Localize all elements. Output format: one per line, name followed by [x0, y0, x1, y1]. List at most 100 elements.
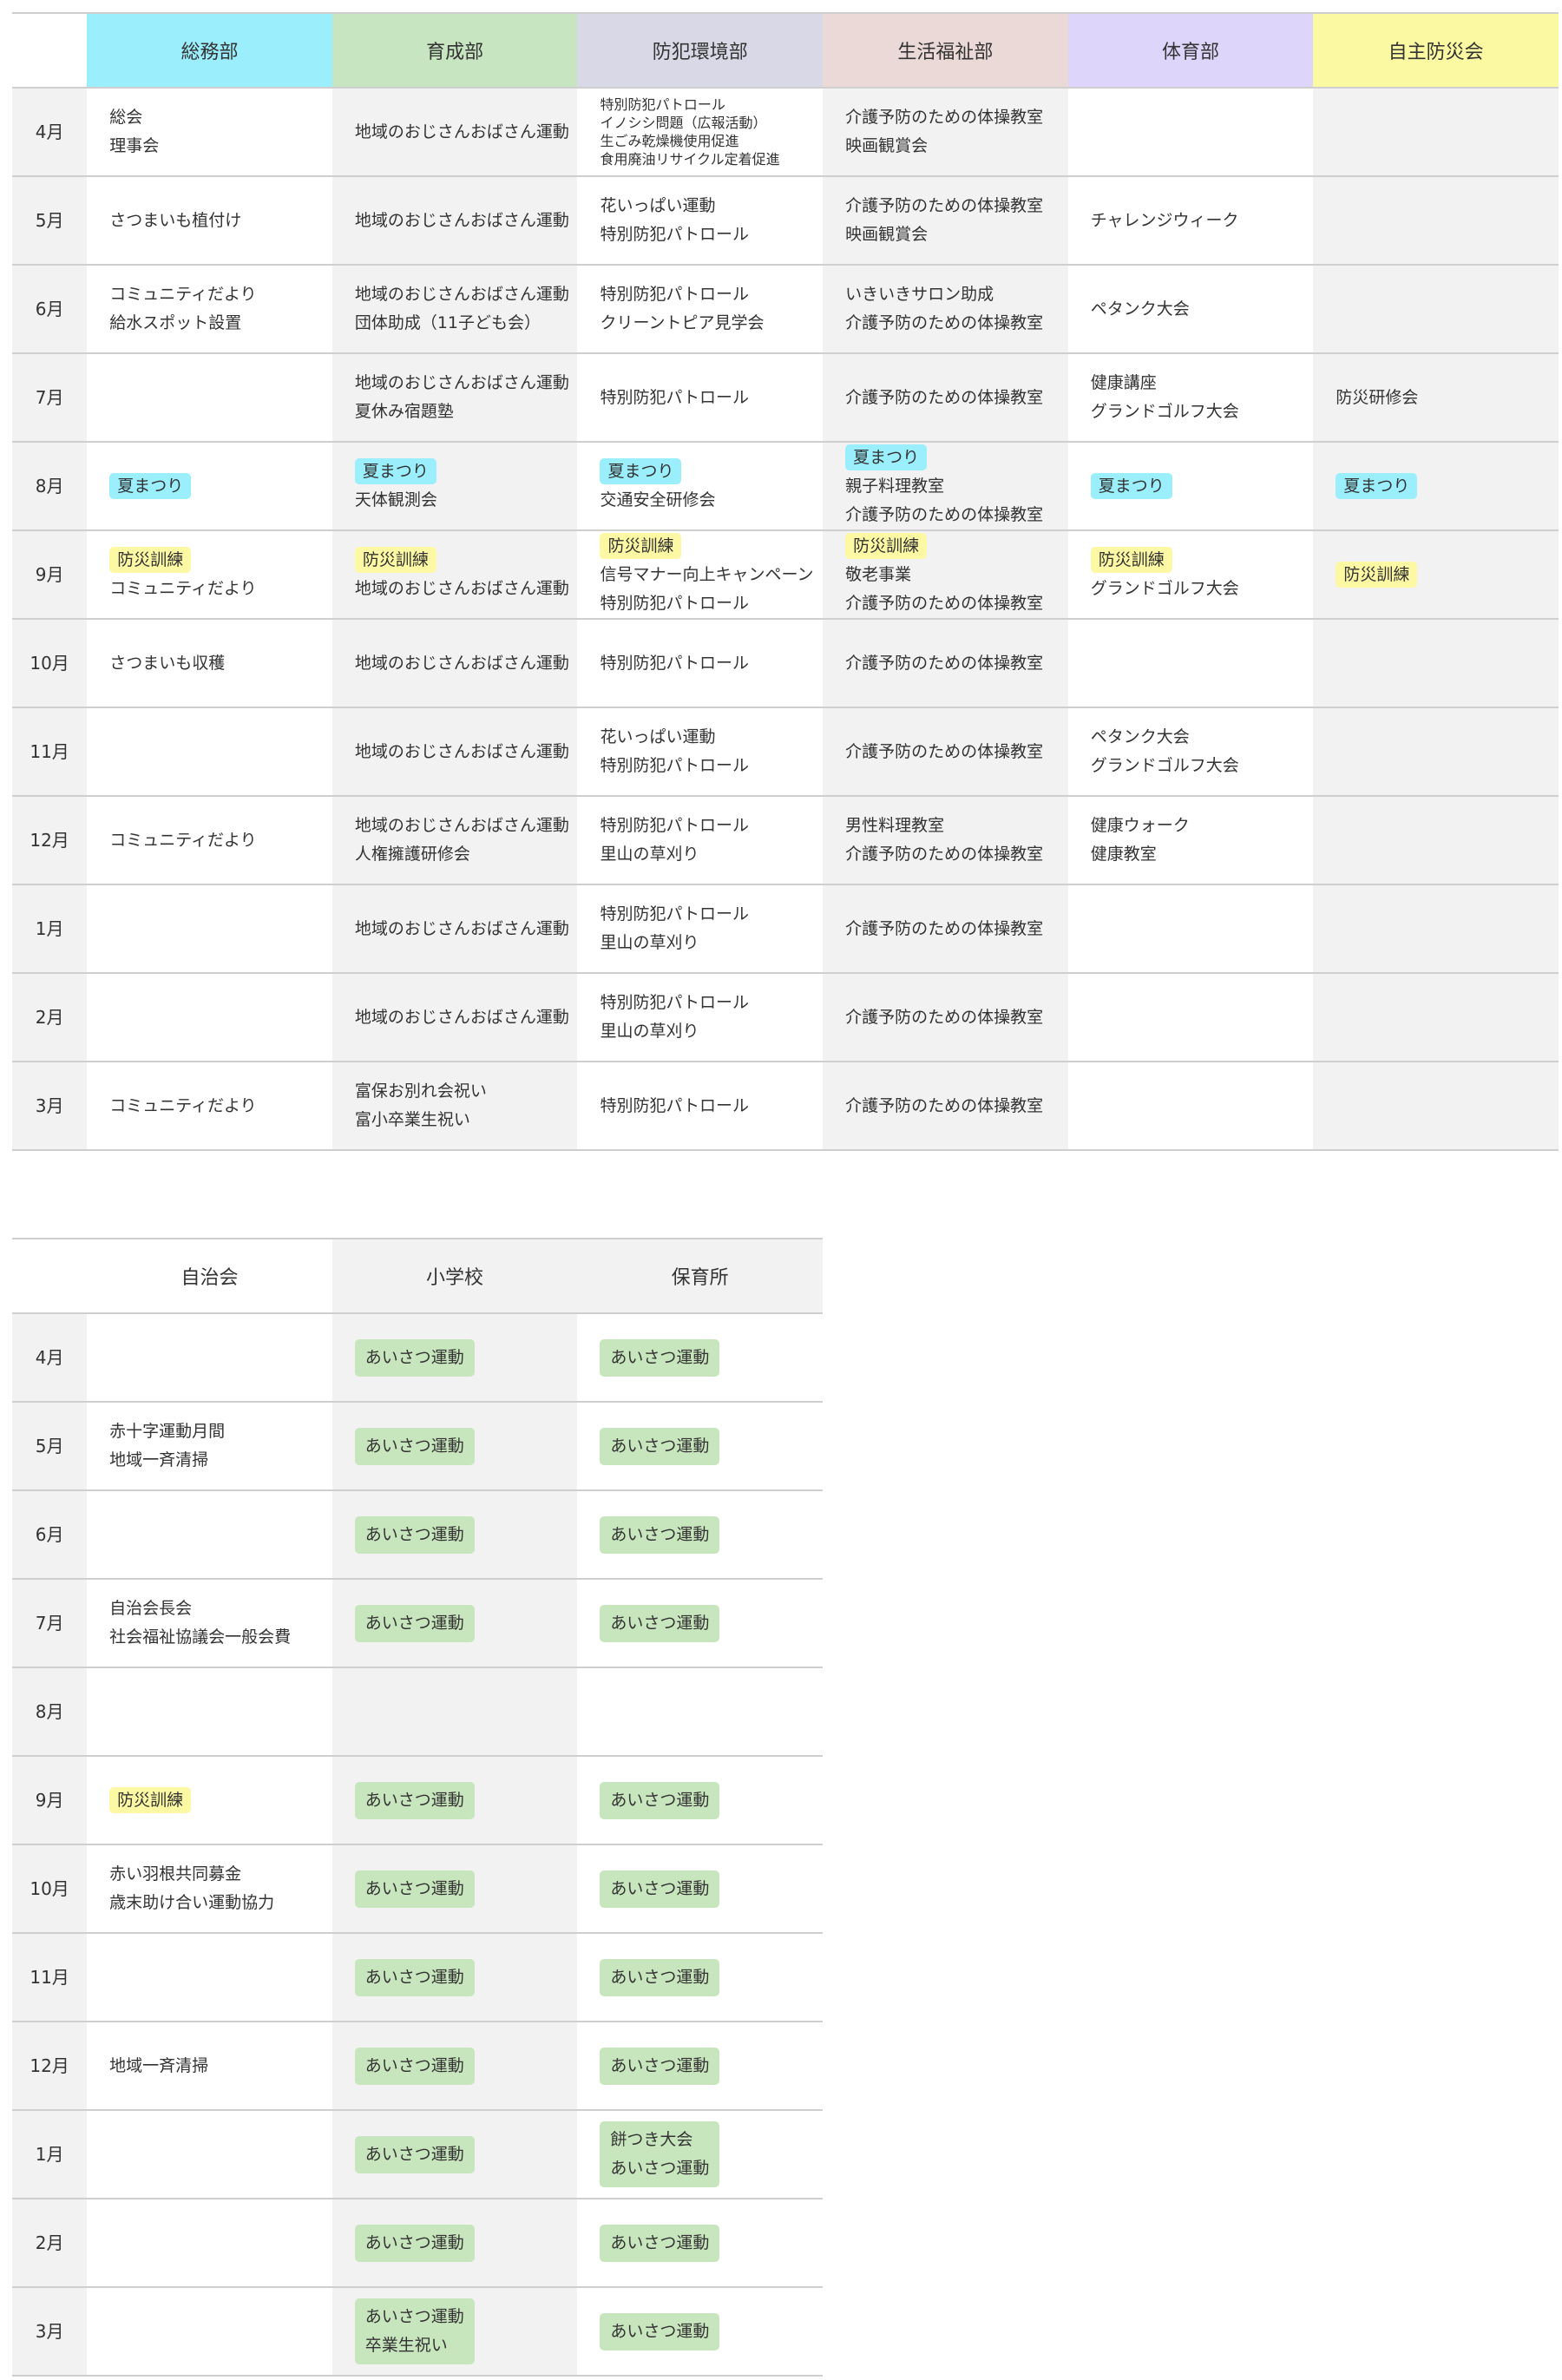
cell-somubu: コミュニティだより: [87, 1062, 332, 1151]
event-item: 里山の草刈り: [600, 845, 699, 864]
event-item: 介護予防のための体操教室: [845, 918, 1044, 938]
event-item: あいさつ運動: [364, 1524, 464, 1544]
event-item: 特別防犯パトロール: [600, 756, 750, 775]
event-item: 卒業生祝い: [364, 2336, 448, 2355]
event-item: 男性料理教室: [845, 816, 945, 835]
cell-jichikai: 赤い羽根共同募金 歳末助け合い運動協力: [87, 1844, 332, 1934]
event-item: 介護予防のための体操教室: [845, 845, 1044, 864]
event-item: さつまいも収穫: [109, 653, 226, 673]
table-row: 9月 防災訓練 あいさつ運動 あいさつ運動: [12, 1756, 823, 1845]
table-row: 12月 コミュニティだより 地域のおじさんおばさん運動 人権擁護研修会 特別防犯パトロー…: [12, 796, 1559, 885]
event-item: コミュニティだより: [109, 285, 257, 304]
month-cell: 4月: [12, 1313, 88, 1403]
table-row: 2月 あいさつ運動 あいさつ運動: [12, 2199, 823, 2288]
cell-jishubosai: [1313, 619, 1559, 708]
event-item: 介護予防のための体操教室: [845, 653, 1044, 673]
event-item: 健康教室: [1090, 845, 1157, 864]
cell-bohan: 夏まつり 交通安全研修会: [577, 442, 824, 531]
event-item: 介護予防のための体操教室: [845, 108, 1044, 127]
cell-jichikai: [87, 1933, 332, 2022]
event-item: 生ごみ乾燥機使用促進: [600, 133, 739, 149]
event-item: 理事会: [109, 136, 160, 155]
bosai-tag: 防災訓練: [600, 532, 682, 559]
header-somubu: 総務部: [87, 12, 332, 89]
cell-hoikusho: あいさつ運動: [577, 2022, 823, 2111]
cell-shogakko: あいさつ運動: [331, 2022, 578, 2111]
cell-bohan: 特別防犯パトロール: [577, 1062, 824, 1151]
event-item: あいさつ運動: [610, 1790, 710, 1810]
cell-somubu: さつまいも植付け: [87, 176, 332, 266]
cell-jichikai: 防災訓練: [87, 1756, 332, 1845]
event-item: あいさつ運動: [610, 2232, 710, 2252]
month-cell: 9月: [12, 1756, 88, 1845]
event-item: 花いっぱい運動: [600, 196, 716, 215]
event-item: 団体助成（11子ども会）: [354, 313, 541, 332]
header-shogakko: 小学校: [331, 1238, 578, 1314]
event-line: 夏まつり: [845, 444, 1068, 472]
cell-ikuseibu: 地域のおじさんおばさん運動: [331, 176, 578, 266]
event-item: 特別防犯パトロール: [600, 96, 725, 113]
cell-shogakko: あいさつ運動: [331, 1579, 578, 1668]
cell-seikatsu: 介護予防のための体操教室 映画観賞会: [823, 88, 1068, 177]
cell-hoikusho: あいさつ運動: [577, 1756, 823, 1845]
natsumatsuri-tag: 夏まつり: [1090, 472, 1172, 499]
event-item: 介護予防のための体操教室: [845, 741, 1044, 761]
cell-shogakko: あいさつ運動: [331, 1313, 578, 1403]
event-item: 歳末助け合い運動協力: [109, 1893, 275, 1912]
month-cell: 10月: [12, 619, 88, 708]
event-item: あいさつ運動: [364, 1347, 464, 1367]
event-tag: あいさつ運動: [354, 1958, 475, 1996]
cell-bohan: 特別防犯パトロール 里山の草刈り: [577, 973, 824, 1062]
event-item: 人権擁護研修会: [354, 845, 470, 864]
cell-seikatsu: 介護予防のための体操教室: [823, 707, 1068, 797]
event-tag: 餅つき大会 あいさつ運動: [600, 2121, 720, 2187]
event-item: 社会福祉協議会一般会費: [109, 1627, 292, 1647]
cell-taiiku: 防災訓練 グランドゴルフ大会: [1067, 530, 1314, 620]
event-item: 富保お別れ会祝い: [354, 1082, 487, 1101]
cell-bohan: 特別防犯パトロール: [577, 353, 824, 443]
event-tag: あいさつ運動: [354, 2135, 475, 2173]
month-cell: 12月: [12, 796, 88, 885]
event-item: 里山の草刈り: [600, 933, 699, 952]
cell-ikuseibu: 地域のおじさんおばさん運動 団体助成（11子ども会）: [331, 265, 578, 354]
event-item: あいさつ運動: [610, 2055, 710, 2075]
table-row: 7月 自治会長会 社会福祉協議会一般会費 あいさつ運動 あいさつ運動: [12, 1579, 823, 1668]
table-row: 3月 コミュニティだより 富保お別れ会祝い 富小卒業生祝い 特別防犯パトロール 介護予防の…: [12, 1062, 1559, 1151]
cell-jichikai: [87, 2110, 332, 2199]
natsumatsuri-tag: 夏まつり: [1336, 472, 1418, 499]
cell-hoikusho: [577, 1667, 823, 1757]
month-cell: 3月: [12, 2287, 88, 2377]
bosai-tag: 防災訓練: [109, 547, 192, 573]
cell-jishubosai: [1313, 796, 1559, 885]
cell-shogakko: あいさつ運動: [331, 1844, 578, 1934]
event-item: あいさつ運動: [610, 1347, 710, 1367]
header-row: 自治会 小学校 保育所: [12, 1238, 823, 1314]
event-item: あいさつ運動: [610, 1878, 710, 1898]
cell-ikuseibu: 地域のおじさんおばさん運動: [331, 973, 578, 1062]
table-row: 7月 地域のおじさんおばさん運動 夏休み宿題塾 特別防犯パトロール 介護予防のための体操…: [12, 353, 1559, 443]
event-item: 総会: [109, 108, 143, 127]
cell-bohan: 特別防犯パトロール クリーントピア見学会: [577, 265, 824, 354]
cell-shogakko: あいさつ運動: [331, 1933, 578, 2022]
event-item: 交通安全研修会: [600, 490, 716, 510]
cell-somubu: [87, 884, 332, 974]
cell-seikatsu: 介護予防のための体操教室: [823, 973, 1068, 1062]
event-item: 健康ウォーク: [1090, 816, 1190, 835]
event-item: あいさつ運動: [610, 1524, 710, 1544]
event-item: 夏休み宿題塾: [354, 402, 454, 421]
event-item: 里山の草刈り: [600, 1022, 699, 1041]
table-row: 3月 あいさつ運動 卒業生祝い あいさつ運動: [12, 2287, 823, 2377]
header-seikatsu: 生活福祉部: [823, 12, 1068, 89]
month-cell: 2月: [12, 973, 88, 1062]
month-cell: 7月: [12, 1579, 88, 1668]
event-item: 地域のおじさんおばさん運動: [354, 653, 569, 673]
cell-seikatsu: 介護予防のための体操教室: [823, 353, 1068, 443]
cell-jishubosai: 夏まつり: [1313, 442, 1559, 531]
event-item: 給水スポット設置: [109, 313, 242, 332]
community-schedule-table: 自治会 小学校 保育所 4月 あいさつ運動 あいさつ運動 5月 赤十字運動月間 地域一斉清…: [12, 1238, 823, 2377]
cell-jichikai: [87, 1313, 332, 1403]
event-line: 防災訓練: [845, 532, 1068, 561]
cell-hoikusho: あいさつ運動: [577, 1844, 823, 1934]
cell-shogakko: あいさつ運動: [331, 2110, 578, 2199]
event-item: 特別防犯パトロール: [600, 1095, 750, 1115]
